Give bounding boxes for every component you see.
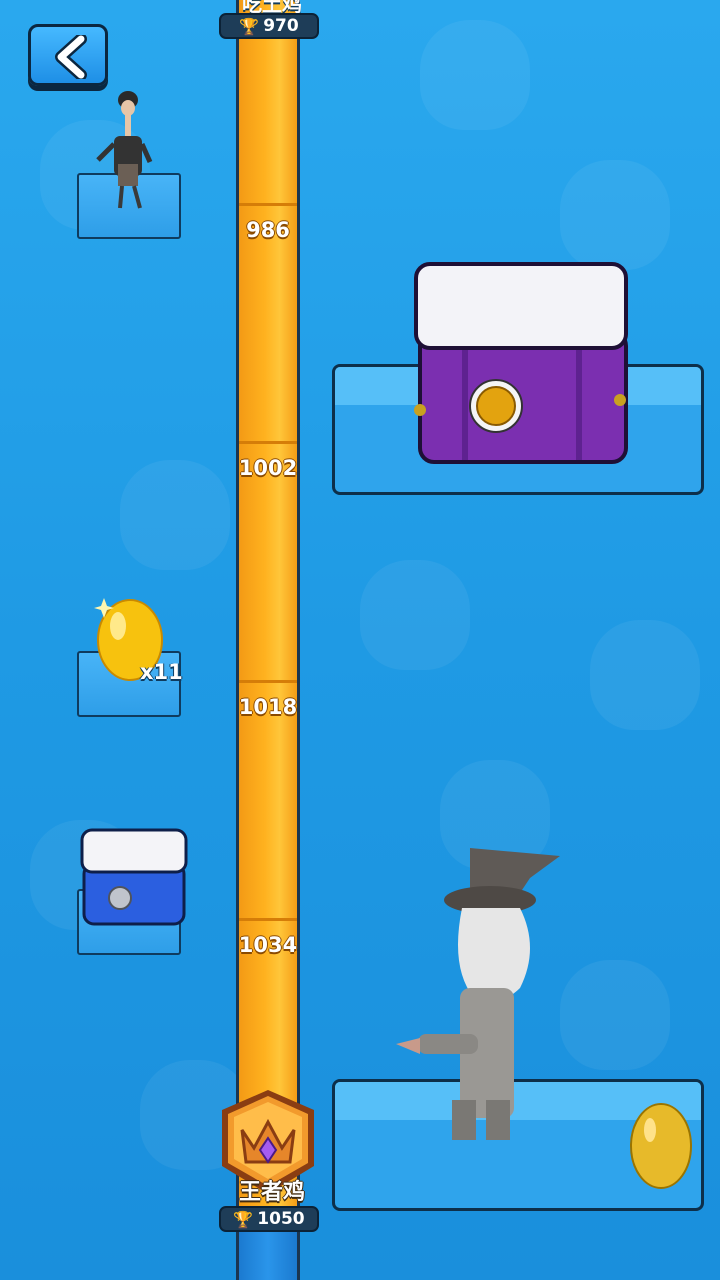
golden-egg-icon xyxy=(630,1103,692,1189)
chicken-character xyxy=(96,91,153,209)
trophy-icon: 🏆 xyxy=(239,16,260,36)
golden-eggs-count: x11 xyxy=(140,660,183,684)
bg-pattern xyxy=(560,160,670,270)
purple-chest-icon xyxy=(414,262,628,464)
track-tick-label: 1034 xyxy=(238,933,298,957)
trophy-icon: 🏆 xyxy=(233,1209,254,1229)
trophy-road-track-end xyxy=(236,1230,300,1280)
track-tick xyxy=(239,680,297,683)
track-tick xyxy=(239,918,297,921)
back-arrow-icon xyxy=(55,35,87,79)
track-tick xyxy=(239,441,297,444)
rank-trophy-pill: 🏆 1050 xyxy=(219,1206,319,1232)
blue-chest-icon xyxy=(80,828,188,926)
bg-pattern xyxy=(120,460,230,570)
track-tick-label: 1018 xyxy=(238,695,298,719)
rank-trophy-count: 1050 xyxy=(257,1209,305,1229)
track-tick xyxy=(239,203,297,206)
bg-pattern xyxy=(590,620,700,730)
back-button[interactable] xyxy=(28,24,108,86)
bg-pattern xyxy=(360,560,470,670)
track-tick-label: 1002 xyxy=(238,456,298,480)
rank-name: 王者鸡 xyxy=(238,1180,305,1205)
track-tick-label: 986 xyxy=(246,218,290,242)
bg-pattern xyxy=(420,20,530,130)
top-trophy-pill: 🏆 970 xyxy=(219,13,319,39)
wizard-character xyxy=(396,848,560,1140)
top-trophy-count: 970 xyxy=(263,16,299,36)
bg-pattern xyxy=(560,960,670,1070)
